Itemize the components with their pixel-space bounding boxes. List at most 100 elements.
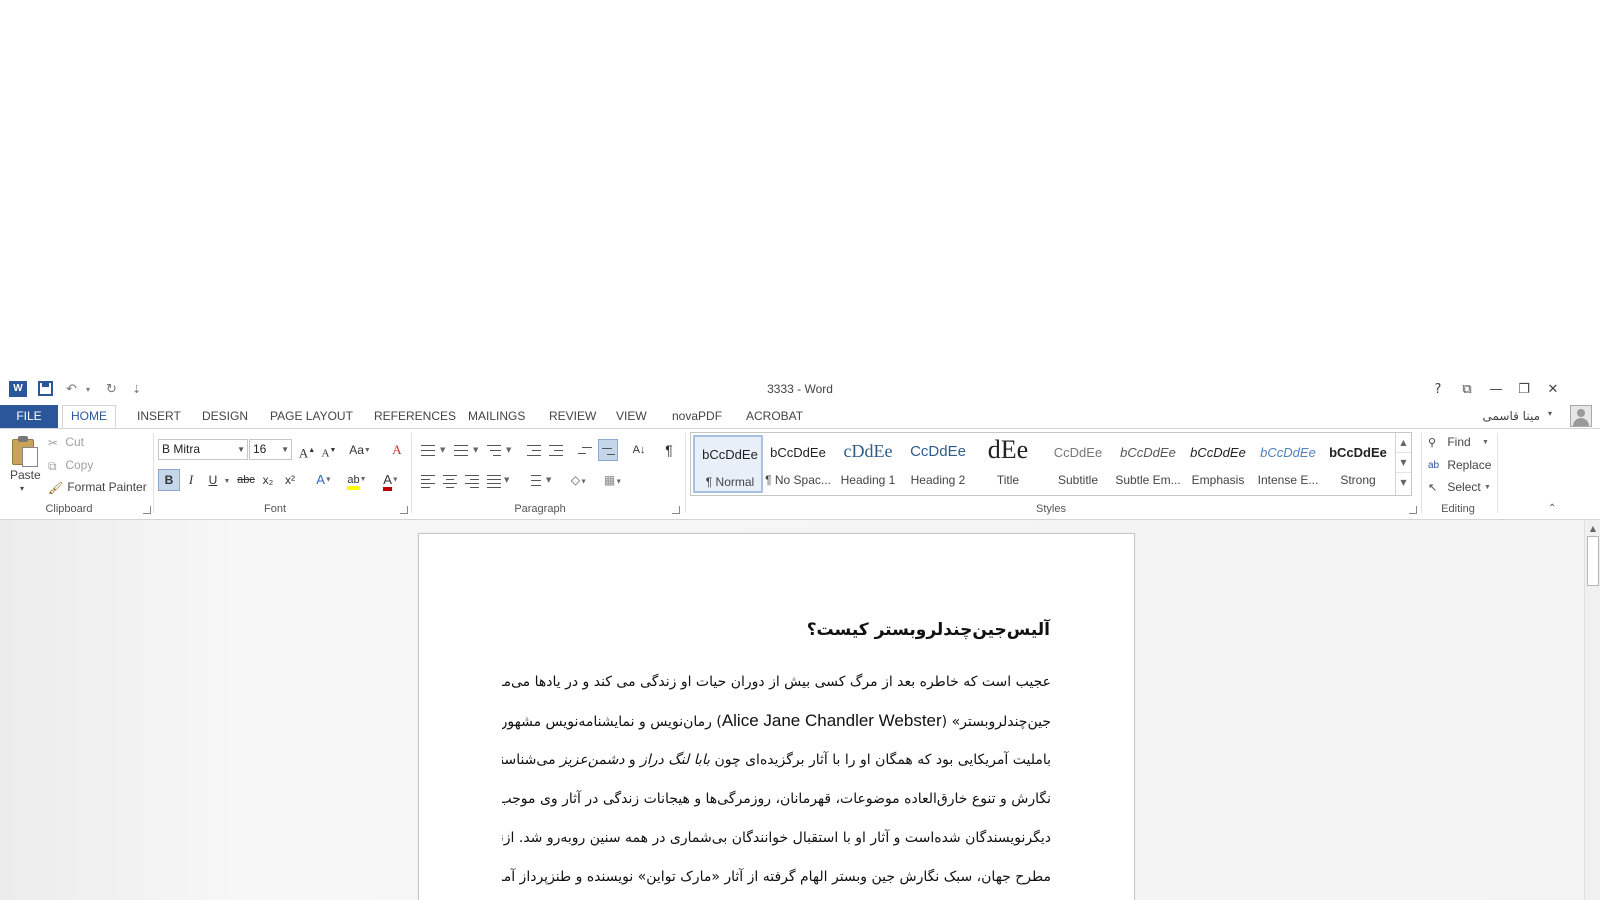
scroll-down-icon[interactable]: ▼ [1396, 453, 1411, 473]
style-emphasis[interactable]: bCcDdEe Emphasis [1183, 435, 1253, 493]
copy-button[interactable]: ⧉ Copy [48, 455, 93, 475]
justify-icon[interactable] [484, 469, 504, 491]
italic-button[interactable]: I [180, 469, 202, 491]
tab-mailings[interactable]: MAILINGS [460, 406, 533, 428]
scroll-up-icon[interactable]: ▲ [1585, 522, 1600, 536]
change-case-button[interactable]: Aa▼ [344, 439, 376, 461]
superscript-button[interactable]: x² [279, 469, 301, 491]
undo-icon[interactable]: ↶ [66, 380, 77, 400]
chevron-down-icon[interactable]: ▾ [1548, 409, 1552, 418]
style-preview: bCcDdEe [770, 445, 826, 460]
vertical-scrollbar[interactable]: ▲ [1584, 520, 1600, 900]
style-normal[interactable]: bCcDdEe ¶ Normal [693, 435, 763, 493]
style-heading-1[interactable]: cDdEe Heading 1 [833, 435, 903, 493]
clipboard-launcher-icon[interactable] [143, 506, 151, 514]
restore-button[interactable]: ❐ [1511, 380, 1537, 400]
style-intense-emphasis[interactable]: bCcDdEe Intense E... [1253, 435, 1323, 493]
style-subtitle[interactable]: CcDdEe Subtitle [1043, 435, 1113, 493]
underline-button[interactable]: U [202, 469, 224, 491]
save-icon[interactable] [38, 381, 53, 396]
grow-font-button[interactable]: A▲ [296, 439, 318, 461]
style-name: Subtle Em... [1115, 473, 1181, 487]
styles-launcher-icon[interactable] [1409, 506, 1417, 514]
minimize-button[interactable]: — [1483, 380, 1509, 400]
redo-icon[interactable]: ↻ [106, 380, 117, 400]
collapse-ribbon-icon[interactable]: ⌃ [1548, 499, 1556, 519]
avatar[interactable] [1570, 405, 1592, 427]
tab-novapdf[interactable]: novaPDF [664, 406, 730, 428]
tab-home[interactable]: HOME [62, 405, 116, 428]
tab-design[interactable]: DESIGN [194, 406, 256, 428]
style-strong[interactable]: bCcDdEe Strong [1323, 435, 1393, 493]
decrease-indent-icon[interactable] [524, 439, 544, 461]
style-title[interactable]: dEe Title [973, 435, 1043, 493]
tab-page-layout[interactable]: PAGE LAYOUT [262, 406, 361, 428]
find-button[interactable]: ⚲ Find ▼ [1428, 432, 1489, 452]
increase-indent-icon[interactable] [546, 439, 566, 461]
close-button[interactable]: ✕ [1540, 380, 1566, 400]
chevron-down-icon[interactable]: ▼ [504, 476, 509, 484]
font-color-button[interactable]: A▼ [375, 469, 407, 491]
word-app-icon[interactable]: W [9, 381, 27, 397]
strikethrough-button[interactable]: abc [235, 469, 257, 491]
paste-button[interactable]: Paste [10, 465, 41, 485]
tab-references[interactable]: REFERENCES [366, 406, 464, 428]
replace-button[interactable]: ab Replace [1428, 455, 1491, 475]
style-heading-2[interactable]: CcDdEe Heading 2 [903, 435, 973, 493]
chevron-down-icon[interactable]: ▼ [506, 446, 511, 454]
shading-button[interactable]: ◇▼ [564, 469, 594, 491]
document-page[interactable]: آلیس‌جین‌چندلروبستر کیست؟ عجیب است که خا… [418, 533, 1135, 900]
customize-qat-icon[interactable]: ⇣ [132, 380, 141, 400]
scroll-up-icon[interactable]: ▲ [1396, 433, 1411, 453]
help-button[interactable]: ? [1425, 380, 1451, 400]
more-styles-icon[interactable]: ▼ [1396, 473, 1411, 493]
chevron-down-icon[interactable]: ▼ [440, 446, 445, 454]
font-name-combobox[interactable]: B Mitra ▼ [158, 439, 248, 460]
sort-button[interactable]: A↓ [628, 439, 650, 461]
word-window: W ↶ ▾ ↻ ⇣ 3333 - Word ? ⧉ — ❐ ✕ FILE HOM… [0, 378, 1600, 900]
left-to-right-icon[interactable] [576, 439, 596, 461]
style-no-spacing[interactable]: bCcDdEe ¶ No Spac... [763, 435, 833, 493]
style-preview: CcDdEe [1053, 445, 1103, 460]
undo-dropdown-icon[interactable]: ▾ [86, 380, 90, 400]
chevron-down-icon[interactable]: ▼ [546, 476, 551, 484]
align-right-icon[interactable] [462, 469, 482, 491]
bold-button[interactable]: B [158, 469, 180, 491]
ribbon-display-options-icon[interactable]: ⧉ [1454, 380, 1480, 400]
show-hide-marks-button[interactable]: ¶ [658, 439, 680, 461]
shrink-font-button[interactable]: A▼ [318, 439, 340, 461]
bullets-icon[interactable] [418, 439, 438, 461]
subscript-button[interactable]: x₂ [257, 469, 279, 491]
user-name[interactable]: مینا قاسمی [1482, 409, 1540, 423]
style-subtle-emphasis[interactable]: bCcDdEe Subtle Em... [1113, 435, 1183, 493]
multilevel-list-icon[interactable] [484, 439, 504, 461]
paste-icon[interactable] [10, 435, 40, 467]
paste-dropdown-icon[interactable]: ▾ [20, 479, 24, 499]
font-size-combobox[interactable]: 16 ▼ [249, 439, 292, 460]
tab-insert[interactable]: INSERT [129, 406, 189, 428]
select-button[interactable]: ↖ Select ▼ [1428, 477, 1491, 497]
numbering-icon[interactable] [451, 439, 471, 461]
cursor-arrow-icon: ↖ [1428, 481, 1438, 494]
right-to-left-icon[interactable] [598, 439, 618, 461]
tab-view[interactable]: VIEW [608, 406, 655, 428]
paragraph-launcher-icon[interactable] [672, 506, 680, 514]
font-launcher-icon[interactable] [400, 506, 408, 514]
tab-acrobat[interactable]: ACROBAT [738, 406, 811, 428]
text-effects-button[interactable]: A▼ [309, 469, 339, 491]
line-spacing-icon[interactable] [524, 469, 544, 491]
scrollbar-thumb[interactable] [1587, 536, 1599, 586]
tab-file[interactable]: FILE [0, 405, 58, 428]
chevron-down-icon[interactable]: ▼ [473, 446, 478, 454]
borders-button[interactable]: ▦▼ [598, 469, 628, 491]
underline-dropdown-icon[interactable]: ▼ [222, 469, 232, 491]
align-left-icon[interactable] [418, 469, 438, 491]
clear-formatting-button[interactable]: A [386, 439, 408, 461]
highlight-button[interactable]: ab▼ [341, 469, 373, 491]
tab-review[interactable]: REVIEW [541, 406, 604, 428]
style-name: Title [996, 473, 1020, 487]
format-painter-button[interactable]: 🖌 Format Painter [48, 477, 147, 497]
text-effects-icon: A [316, 472, 325, 487]
cut-button[interactable]: ✂ Cut [48, 432, 84, 452]
align-center-icon[interactable] [440, 469, 460, 491]
